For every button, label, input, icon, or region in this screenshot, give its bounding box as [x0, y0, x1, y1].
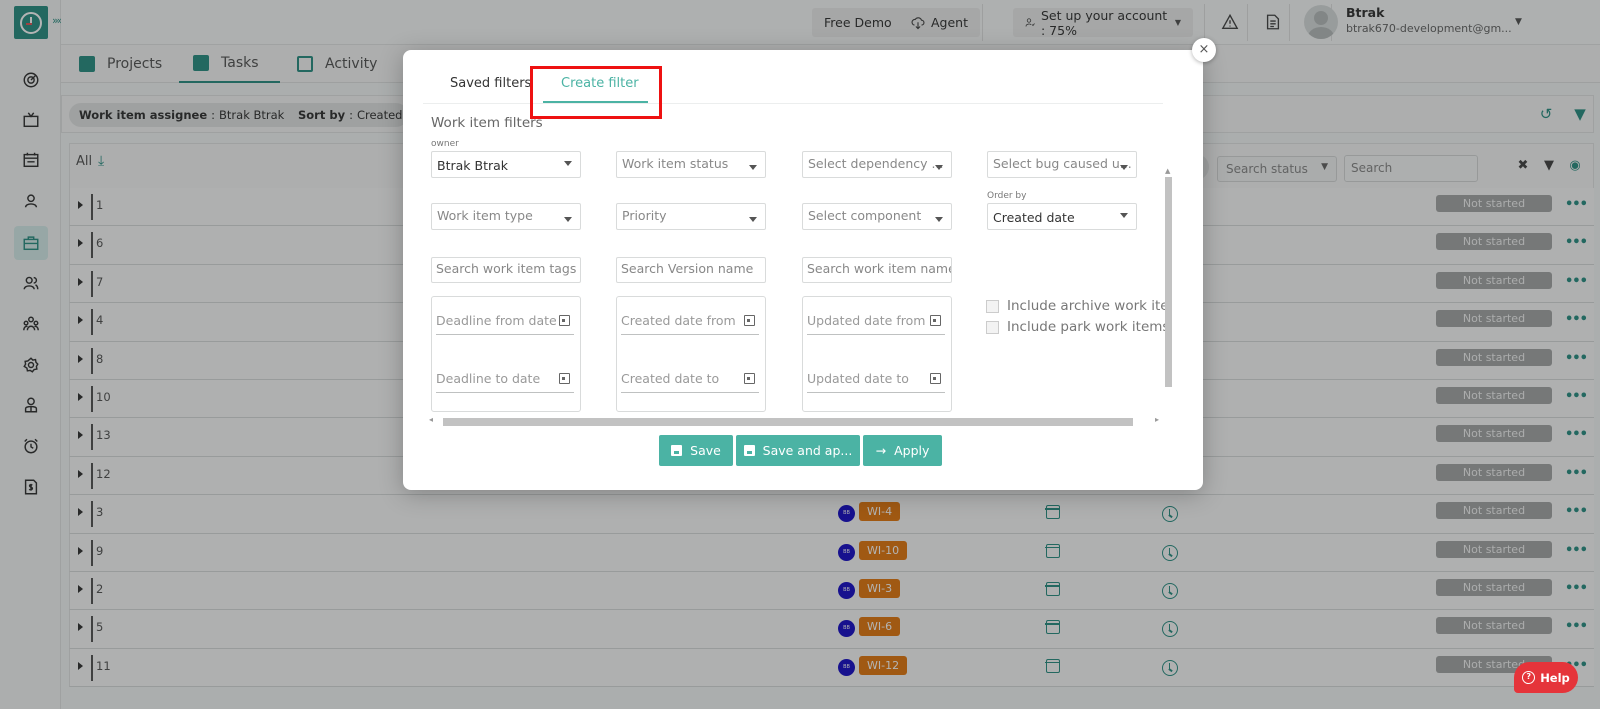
help-icon: ?: [1522, 671, 1536, 684]
include-archive-checkbox[interactable]: [986, 299, 999, 313]
component-select[interactable]: Select component: [802, 203, 952, 230]
calendar-icon[interactable]: [559, 373, 570, 384]
order-by-select[interactable]: Created date: [987, 203, 1137, 230]
calendar-icon[interactable]: [930, 315, 941, 326]
created-date-range: Created date from Created date to: [616, 296, 766, 412]
filter-modal: Saved filters Create filter Work item fi…: [403, 50, 1203, 490]
work-item-name-input[interactable]: Search work item name: [802, 257, 952, 283]
placeholder: Created date from: [621, 313, 736, 328]
placeholder: Search work item tags: [436, 261, 577, 276]
priority-select[interactable]: Priority: [616, 203, 766, 230]
help-button[interactable]: ? Help: [1514, 662, 1578, 693]
chevron-down-icon: [564, 161, 572, 166]
app-root: »» Free Demo Agent Set up your account:…: [0, 0, 1600, 709]
apply-label: Apply: [894, 443, 930, 458]
placeholder: Created date to: [621, 371, 720, 386]
owner-select[interactable]: Btrak Btrak: [431, 151, 581, 178]
deadline-date-range: Deadline from date Deadline to date: [431, 296, 581, 412]
created-to-input[interactable]: Created date to: [621, 371, 759, 393]
owner-value: Btrak Btrak: [437, 158, 509, 173]
updated-to-input[interactable]: Updated date to: [807, 371, 945, 393]
include-archive-label: Include archive work ite: [1007, 298, 1169, 314]
work-item-status-select[interactable]: Work item status: [616, 151, 766, 178]
save-icon: [743, 445, 755, 456]
placeholder: Search work item name: [807, 261, 952, 276]
calendar-icon[interactable]: [744, 315, 755, 326]
placeholder: Select bug caused u...: [993, 156, 1132, 171]
order-by-value: Created date: [993, 210, 1075, 225]
placeholder: Select dependency ...: [808, 156, 944, 171]
scroll-left-arrow[interactable]: ◂: [429, 415, 433, 424]
updated-from-input[interactable]: Updated date from: [807, 313, 945, 335]
save-label: Save: [690, 443, 721, 458]
placeholder: Deadline to date: [436, 371, 541, 386]
save-icon: [671, 445, 683, 456]
placeholder: Updated date from: [807, 313, 926, 328]
chevron-down-icon: [1120, 213, 1128, 218]
chevron-down-icon: [564, 217, 572, 222]
bug-caused-select[interactable]: Select bug caused u...: [987, 151, 1137, 178]
updated-date-range: Updated date from Updated date to: [802, 296, 952, 412]
scroll-right-arrow[interactable]: ▸: [1155, 415, 1159, 424]
include-park-checkbox[interactable]: [986, 320, 999, 334]
include-park-checkbox-row[interactable]: Include park work items: [986, 319, 1169, 335]
placeholder: Search Version name: [621, 261, 754, 276]
help-label: Help: [1540, 670, 1570, 685]
order-by-label: Order by: [987, 191, 1027, 201]
apply-button[interactable]: → Apply: [863, 435, 942, 466]
chevron-down-icon: [935, 165, 943, 170]
arrow-right-icon: →: [875, 443, 887, 458]
owner-label: owner: [431, 139, 459, 149]
version-name-input[interactable]: Search Version name: [616, 257, 766, 283]
placeholder: Select component: [808, 208, 922, 223]
work-item-tags-input[interactable]: Search work item tags: [431, 257, 581, 283]
include-park-label: Include park work items: [1007, 319, 1170, 335]
tab-saved-filters[interactable]: Saved filters: [450, 76, 531, 91]
deadline-from-input[interactable]: Deadline from date: [436, 313, 574, 335]
section-title: Work item filters: [431, 115, 543, 131]
scroll-up-arrow[interactable]: ▲: [1165, 167, 1170, 175]
dependency-select[interactable]: Select dependency ...: [802, 151, 952, 178]
horizontal-scrollbar[interactable]: [443, 418, 1133, 426]
placeholder: Work item status: [622, 156, 729, 171]
save-and-apply-label: Save and ap...: [762, 443, 853, 458]
work-item-type-select[interactable]: Work item type: [431, 203, 581, 230]
chevron-down-icon: [935, 217, 943, 222]
calendar-icon[interactable]: [930, 373, 941, 384]
include-archive-checkbox-row[interactable]: Include archive work ite: [986, 298, 1169, 314]
placeholder: Priority: [622, 208, 667, 223]
chevron-down-icon: [749, 165, 757, 170]
calendar-icon[interactable]: [744, 373, 755, 384]
chevron-down-icon: [1120, 165, 1128, 170]
placeholder: Work item type: [437, 208, 533, 223]
calendar-icon[interactable]: [559, 315, 570, 326]
close-icon: ×: [1198, 42, 1210, 57]
placeholder: Updated date to: [807, 371, 909, 386]
vertical-scrollbar[interactable]: [1165, 177, 1172, 387]
created-from-input[interactable]: Created date from: [621, 313, 759, 335]
close-modal-button[interactable]: ×: [1192, 38, 1216, 62]
deadline-to-input[interactable]: Deadline to date: [436, 371, 574, 393]
save-and-apply-button[interactable]: Save and ap...: [736, 435, 860, 466]
chevron-down-icon: [749, 217, 757, 222]
placeholder: Deadline from date: [436, 313, 557, 328]
save-button[interactable]: Save: [659, 435, 733, 466]
